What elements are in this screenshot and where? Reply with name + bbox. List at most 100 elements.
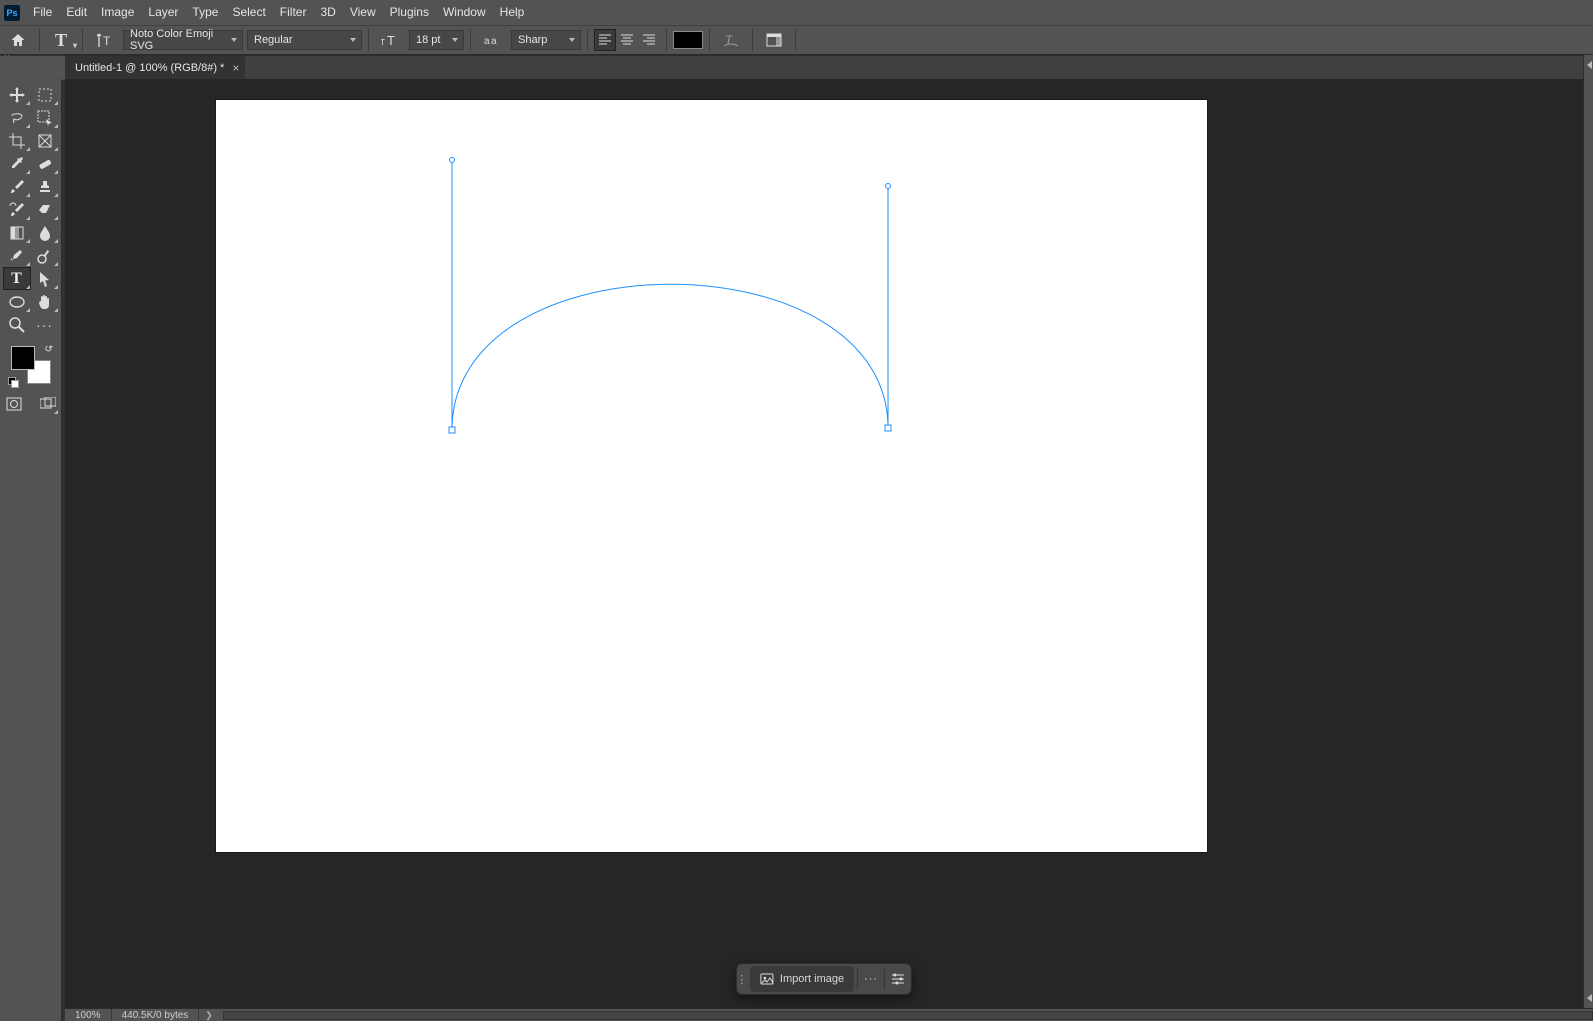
- brush-tool[interactable]: [3, 175, 31, 198]
- font-style-value: Regular: [254, 34, 293, 46]
- tool-preset-button[interactable]: T ▾: [46, 27, 76, 53]
- menu-3d[interactable]: 3D: [313, 0, 342, 25]
- align-center-icon: [620, 34, 634, 46]
- eraser-tool[interactable]: [31, 198, 59, 221]
- drop-icon: [38, 225, 52, 241]
- ellipse-icon: [9, 295, 25, 309]
- menu-select[interactable]: Select: [225, 0, 272, 25]
- canvas[interactable]: [216, 100, 1207, 852]
- menu-help[interactable]: Help: [493, 0, 532, 25]
- pen-tool[interactable]: [3, 244, 31, 267]
- foreground-swatch[interactable]: [11, 346, 35, 370]
- font-style-dropdown[interactable]: Regular: [247, 30, 362, 50]
- antialias-icon-button[interactable]: aa: [477, 27, 507, 53]
- app-logo: Ps: [4, 5, 20, 21]
- frame-tool[interactable]: [31, 129, 59, 152]
- status-flyout-button[interactable]: ❯: [199, 1010, 219, 1021]
- stamp-icon: [37, 179, 53, 195]
- separator: [752, 29, 753, 51]
- import-image-button[interactable]: Import image: [750, 966, 854, 992]
- aa-icon: aa: [484, 32, 500, 48]
- move-tool[interactable]: [3, 83, 31, 106]
- document-tab[interactable]: Untitled-1 @ 100% (RGB/8#) * ×: [65, 56, 245, 79]
- home-button[interactable]: [3, 27, 33, 53]
- h-scrollbar[interactable]: [223, 1011, 1593, 1020]
- edit-toolbar-button[interactable]: ···: [31, 313, 59, 336]
- zoom-tool[interactable]: [3, 313, 31, 336]
- menu-edit[interactable]: Edit: [59, 0, 94, 25]
- menu-plugins[interactable]: Plugins: [383, 0, 436, 25]
- status-doc-info[interactable]: 440.5K/0 bytes: [112, 1009, 200, 1021]
- gradient-icon: [10, 226, 24, 240]
- workspace[interactable]: ⋮ Import image ···: [65, 79, 1583, 1008]
- close-tab-button[interactable]: ×: [232, 62, 239, 74]
- hand-tool[interactable]: [31, 290, 59, 313]
- object-select-tool[interactable]: [31, 106, 59, 129]
- import-image-label: Import image: [780, 973, 844, 985]
- import-icon: [760, 972, 774, 986]
- font-size-icon-button[interactable]: TT: [375, 27, 405, 53]
- align-left-button[interactable]: [594, 29, 616, 51]
- menu-view[interactable]: View: [343, 0, 383, 25]
- ctb-properties-button[interactable]: [885, 972, 911, 986]
- menu-file[interactable]: File: [26, 0, 59, 25]
- gradient-tool[interactable]: [3, 221, 31, 244]
- marquee-icon: [38, 88, 52, 102]
- align-center-button[interactable]: [616, 29, 638, 51]
- stamp-tool[interactable]: [31, 175, 59, 198]
- document-tab-title: Untitled-1 @ 100% (RGB/8#) *: [75, 62, 224, 74]
- wand-icon: [37, 110, 53, 126]
- color-swatches[interactable]: ↺: [11, 346, 51, 384]
- path-select-tool[interactable]: [31, 267, 59, 290]
- ctb-drag-handle[interactable]: ⋮: [737, 964, 747, 994]
- handle-1[interactable]: [449, 157, 455, 163]
- more-icon: ···: [864, 973, 878, 985]
- font-family-dropdown[interactable]: Noto Color Emoji SVG: [123, 30, 243, 50]
- blur-tool[interactable]: [31, 221, 59, 244]
- text-orientation-button[interactable]: T: [89, 27, 119, 53]
- crop-tool[interactable]: [3, 129, 31, 152]
- move-icon: [9, 87, 25, 103]
- hand-icon: [37, 294, 53, 310]
- swap-icon[interactable]: ↺: [42, 343, 54, 356]
- align-right-button[interactable]: [638, 29, 660, 51]
- dodge-tool[interactable]: [31, 244, 59, 267]
- antialias-dropdown[interactable]: Sharp: [511, 30, 581, 50]
- menu-window[interactable]: Window: [436, 0, 493, 25]
- type-tool[interactable]: T: [3, 267, 31, 290]
- ctb-more-button[interactable]: ···: [858, 973, 884, 985]
- pen-icon: [9, 248, 25, 264]
- history-brush-tool[interactable]: [3, 198, 31, 221]
- frame-icon: [38, 134, 52, 148]
- eyedropper-tool[interactable]: [3, 152, 31, 175]
- font-size-dropdown[interactable]: 18 pt: [409, 30, 464, 50]
- menu-type[interactable]: Type: [185, 0, 225, 25]
- menu-filter[interactable]: Filter: [273, 0, 314, 25]
- character-panel-button[interactable]: [759, 27, 789, 53]
- menu-image[interactable]: Image: [94, 0, 141, 25]
- align-left-icon: [598, 34, 612, 46]
- healing-tool[interactable]: [31, 152, 59, 175]
- quickmask-button[interactable]: [3, 392, 25, 415]
- text-color-swatch[interactable]: [673, 31, 703, 49]
- default-colors-button[interactable]: [8, 377, 18, 387]
- antialias-value: Sharp: [518, 34, 547, 46]
- shape-tool[interactable]: [3, 290, 31, 313]
- anchor-point-2[interactable]: [885, 425, 892, 432]
- screenmode-button[interactable]: [37, 392, 59, 415]
- panel-icon: [766, 33, 782, 47]
- handle-2[interactable]: [885, 183, 891, 189]
- status-zoom[interactable]: 100%: [65, 1009, 112, 1021]
- right-scroll-gutter[interactable]: [1583, 55, 1593, 1008]
- menu-layer[interactable]: Layer: [141, 0, 185, 25]
- tool-palette: T ··· ↺: [0, 79, 62, 1021]
- contextual-task-bar[interactable]: ⋮ Import image ···: [736, 963, 912, 995]
- eraser-icon: [37, 202, 53, 218]
- document-tab-bar: Untitled-1 @ 100% (RGB/8#) * ×: [65, 55, 1583, 79]
- lasso-tool[interactable]: [3, 106, 31, 129]
- marquee-tool[interactable]: [31, 83, 59, 106]
- anchor-point-1[interactable]: [449, 427, 456, 434]
- separator: [39, 29, 40, 51]
- healing-icon: [37, 156, 53, 172]
- warp-text-button[interactable]: T: [716, 27, 746, 53]
